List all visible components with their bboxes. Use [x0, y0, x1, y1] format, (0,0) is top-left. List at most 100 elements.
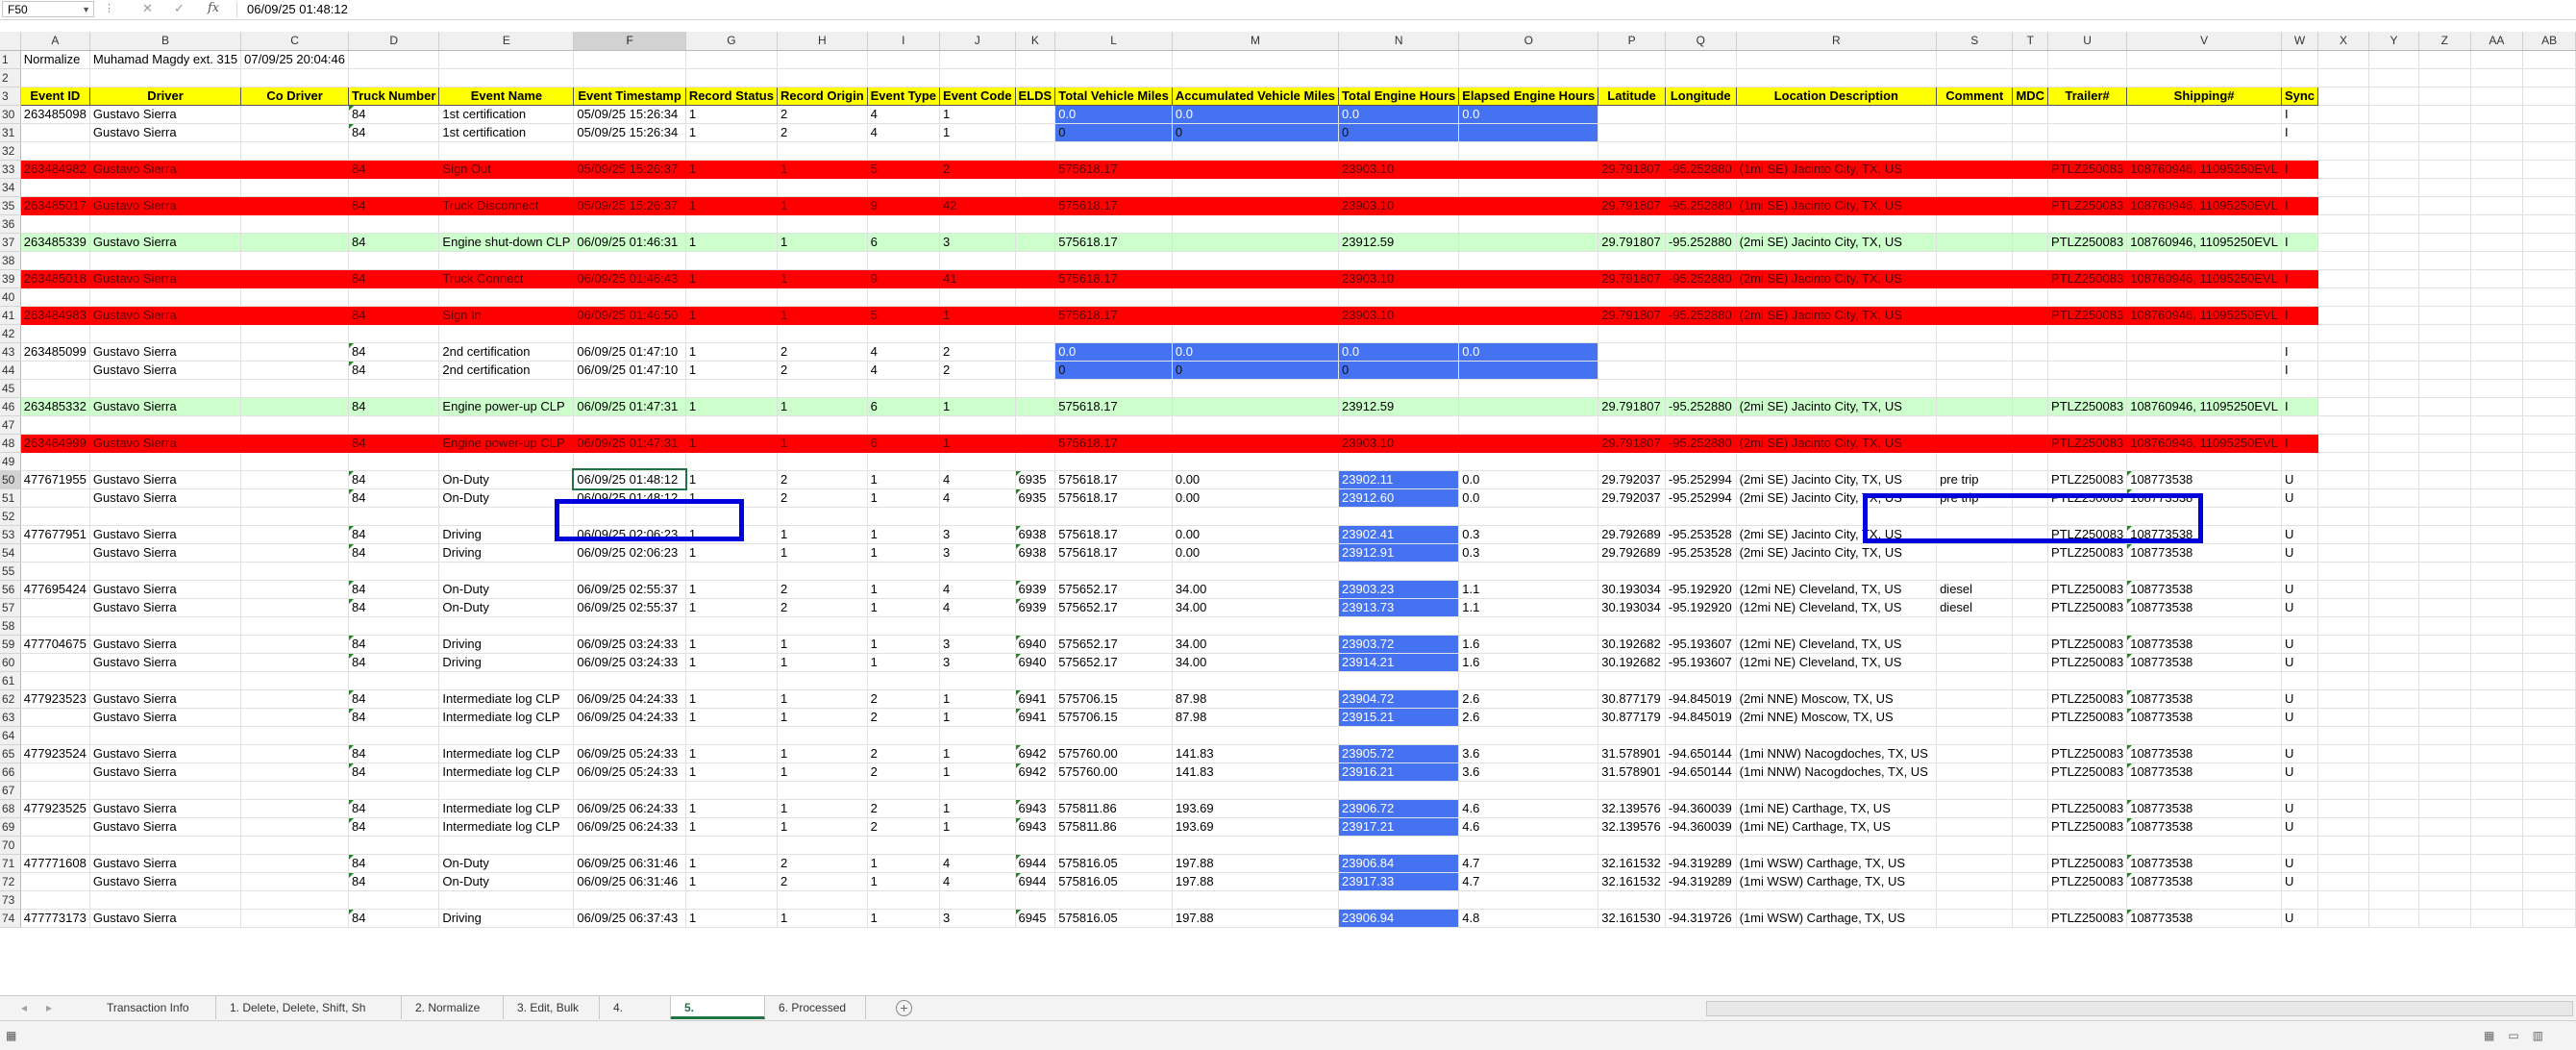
column-header-p[interactable]: P — [1598, 32, 1666, 51]
cell-k1[interactable] — [1015, 50, 1056, 69]
cell-ab36[interactable] — [2522, 214, 2576, 234]
cell-w66[interactable]: U — [2281, 762, 2319, 782]
cell-v53[interactable]: 108773538 — [2126, 525, 2282, 544]
cell-j70[interactable] — [939, 836, 1016, 855]
cell-ab65[interactable] — [2522, 744, 2576, 763]
cell-q72[interactable]: -94.319289 — [1665, 872, 1737, 891]
cell-i68[interactable]: 2 — [867, 799, 941, 818]
cell-t36[interactable] — [2012, 214, 2049, 234]
cell-w31[interactable]: I — [2281, 123, 2319, 142]
cell-g66[interactable]: 1 — [685, 762, 778, 782]
cell-m33[interactable] — [1172, 160, 1340, 179]
cell-h58[interactable] — [777, 616, 868, 636]
column-header-j[interactable]: J — [939, 32, 1016, 51]
cell-i50[interactable]: 1 — [867, 470, 941, 489]
cell-z44[interactable] — [2418, 361, 2471, 380]
cell-ab51[interactable] — [2522, 488, 2576, 508]
cell-y51[interactable] — [2368, 488, 2420, 508]
cell-aa39[interactable] — [2470, 269, 2524, 288]
cell-aa34[interactable] — [2470, 178, 2524, 197]
cell-g69[interactable]: 1 — [685, 817, 778, 837]
cell-n36[interactable] — [1338, 214, 1460, 234]
cell-u72[interactable]: PTLZ250083 — [2047, 872, 2128, 891]
cell-m70[interactable] — [1172, 836, 1340, 855]
chevron-down-icon[interactable]: ▼ — [82, 2, 90, 18]
cell-m41[interactable] — [1172, 306, 1340, 325]
cell-x45[interactable] — [2317, 379, 2369, 398]
cell-b44[interactable]: Gustavo Sierra — [89, 361, 242, 380]
cell-s55[interactable] — [1936, 562, 2014, 581]
cell-j51[interactable]: 4 — [939, 488, 1016, 508]
cell-b48[interactable]: Gustavo Sierra — [89, 434, 242, 453]
cell-x47[interactable] — [2317, 415, 2369, 435]
cell-v51[interactable]: 108773538 — [2126, 488, 2282, 508]
cell-q33[interactable]: -95.252880 — [1665, 160, 1737, 179]
cell-a48[interactable]: 263484999 — [20, 434, 90, 453]
column-header-ab[interactable]: AB — [2522, 32, 2576, 51]
cell-q31[interactable] — [1665, 123, 1737, 142]
cell-c34[interactable] — [240, 178, 349, 197]
cell-t66[interactable] — [2012, 762, 2049, 782]
cell-y68[interactable] — [2368, 799, 2420, 818]
cell-s40[interactable] — [1936, 288, 2014, 307]
cell-y62[interactable] — [2368, 689, 2420, 709]
cell-p74[interactable]: 32.161530 — [1598, 909, 1666, 928]
cell-i47[interactable] — [867, 415, 941, 435]
cell-q41[interactable]: -95.252880 — [1665, 306, 1737, 325]
cell-z35[interactable] — [2418, 196, 2471, 215]
cell-c51[interactable] — [240, 488, 349, 508]
cell-m74[interactable]: 197.88 — [1172, 909, 1340, 928]
cell-p48[interactable]: 29.791807 — [1598, 434, 1666, 453]
cell-w64[interactable] — [2281, 726, 2319, 745]
cell-h32[interactable] — [777, 141, 868, 161]
cell-n65[interactable]: 23905.72 — [1338, 744, 1460, 763]
cell-v49[interactable] — [2126, 452, 2282, 471]
cell-m69[interactable]: 193.69 — [1172, 817, 1340, 837]
cell-q61[interactable] — [1665, 671, 1737, 690]
cell-ab48[interactable] — [2522, 434, 2576, 453]
cell-aa70[interactable] — [2470, 836, 2524, 855]
cell-s54[interactable] — [1936, 543, 2014, 562]
cell-h62[interactable]: 1 — [777, 689, 868, 709]
cell-e54[interactable]: Driving — [438, 543, 575, 562]
cell-l41[interactable]: 575618.17 — [1054, 306, 1173, 325]
cell-s68[interactable] — [1936, 799, 2014, 818]
cell-aa69[interactable] — [2470, 817, 2524, 837]
cell-j73[interactable] — [939, 890, 1016, 910]
cell-k43[interactable] — [1015, 342, 1056, 362]
cell-v41[interactable]: 108760946, 11095250EVL — [2126, 306, 2282, 325]
cell-c74[interactable] — [240, 909, 349, 928]
cell-q64[interactable] — [1665, 726, 1737, 745]
cell-q2[interactable] — [1665, 68, 1737, 88]
cell-s1[interactable] — [1936, 50, 2014, 69]
cell-d1[interactable] — [348, 50, 440, 69]
cell-e59[interactable]: Driving — [438, 635, 575, 654]
cell-q69[interactable]: -94.360039 — [1665, 817, 1737, 837]
worksheet-grid[interactable]: A B C D E F G H I J K L M N O P Q R S T U V W X Y Z AA AB 1 Normaliz… — [0, 32, 2576, 995]
cell-s47[interactable] — [1936, 415, 2014, 435]
cell-o34[interactable] — [1458, 178, 1599, 197]
cell-a43[interactable]: 263485099 — [20, 342, 90, 362]
cell-h42[interactable] — [777, 324, 868, 343]
cell-f44[interactable]: 06/09/25 01:47:10 — [573, 361, 686, 380]
cell-u40[interactable] — [2047, 288, 2128, 307]
cell-w50[interactable]: U — [2281, 470, 2319, 489]
cell-k46[interactable] — [1015, 397, 1056, 416]
cell-v71[interactable]: 108773538 — [2126, 854, 2282, 873]
cell-l1[interactable] — [1054, 50, 1173, 69]
column-header-k[interactable]: K — [1015, 32, 1056, 51]
horizontal-scrollbar[interactable] — [1706, 1001, 2573, 1016]
cell-i63[interactable]: 2 — [867, 708, 941, 727]
cell-ab56[interactable] — [2522, 580, 2576, 599]
cell-y60[interactable] — [2368, 653, 2420, 672]
cell-r49[interactable] — [1736, 452, 1938, 471]
cell-k55[interactable] — [1015, 562, 1056, 581]
cell-q35[interactable]: -95.252880 — [1665, 196, 1737, 215]
sheet-tab[interactable]: 3. Edit, Bulk — [504, 996, 600, 1019]
cell-t33[interactable] — [2012, 160, 2049, 179]
cell-k57[interactable]: 6939 — [1015, 598, 1056, 617]
cell-h54[interactable]: 1 — [777, 543, 868, 562]
column-header-f[interactable]: F — [573, 32, 686, 51]
cell-o62[interactable]: 2.6 — [1458, 689, 1599, 709]
cell-x56[interactable] — [2317, 580, 2369, 599]
